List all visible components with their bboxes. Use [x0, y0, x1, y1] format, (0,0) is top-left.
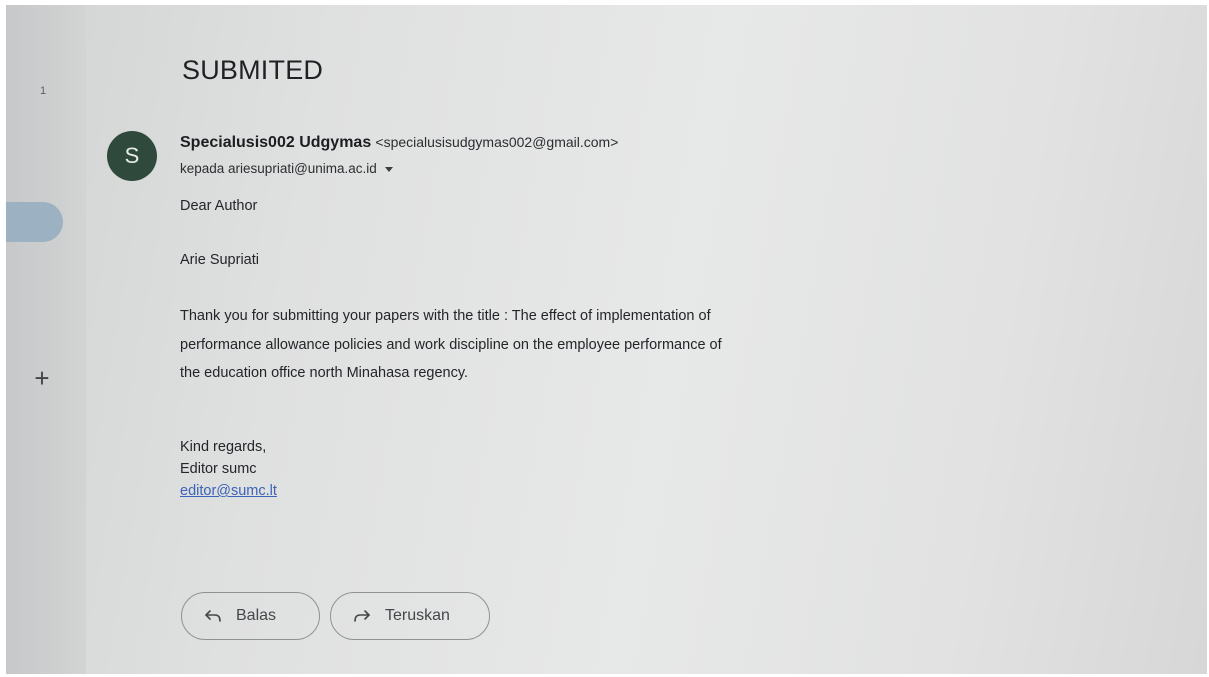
email-closing: Kind regards, Editor sumc editor@sumc.lt — [180, 436, 277, 502]
email-author-name: Arie Supriati — [180, 252, 259, 268]
mail-window: 1 + SUBMITED S Specialusis002 Udgymas <s… — [6, 5, 1207, 674]
sender-name[interactable]: Specialusis002 Udgymas — [180, 134, 371, 151]
chevron-down-icon[interactable] — [384, 167, 393, 172]
editor-email-link[interactable]: editor@sumc.lt — [180, 480, 277, 502]
email-subject: SUBMITED — [182, 55, 324, 85]
sidebar-item-active[interactable] — [6, 202, 63, 242]
reply-button[interactable]: Balas — [181, 592, 320, 640]
sender-line: Specialusis002 Udgymas <specialusisudgym… — [180, 134, 618, 152]
email-paragraph: Thank you for submitting your papers wit… — [180, 308, 722, 381]
forward-icon — [354, 610, 370, 622]
forward-label: Teruskan — [385, 607, 450, 624]
forward-button[interactable]: Teruskan — [330, 592, 490, 640]
closing-signature: Editor sumc — [180, 461, 257, 477]
email-greeting: Dear Author — [180, 198, 258, 214]
reply-label: Balas — [236, 607, 277, 624]
reply-icon — [205, 610, 221, 622]
recipient-line[interactable]: kepada ariesupriati@unima.ac.id — [180, 161, 393, 176]
plus-icon[interactable]: + — [30, 363, 54, 393]
closing-regards: Kind regards, — [180, 439, 267, 455]
sender-email: <specialusisudgymas002@gmail.com> — [375, 134, 619, 150]
recipient-text: kepada ariesupriati@unima.ac.id — [180, 161, 377, 176]
sidebar: 1 + — [6, 5, 86, 674]
sidebar-count: 1 — [40, 85, 47, 97]
avatar[interactable]: S — [107, 131, 157, 181]
